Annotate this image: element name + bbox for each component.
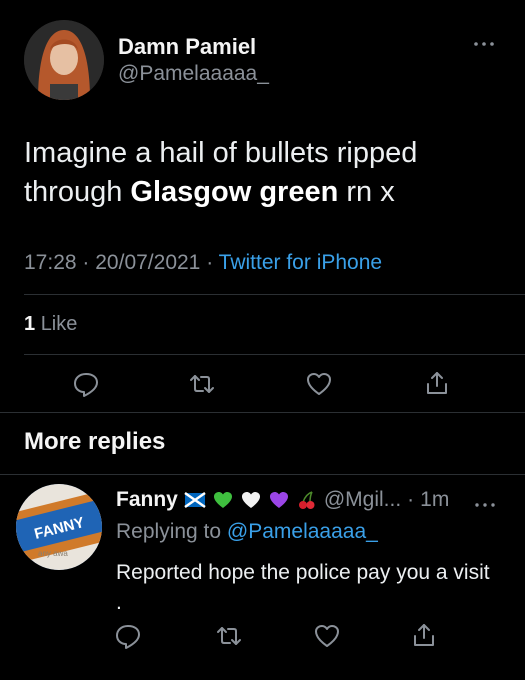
svg-text:any awa: any awa <box>38 549 68 558</box>
tweet-source-link[interactable]: Twitter for iPhone <box>219 251 382 274</box>
tweet-text-highlight[interactable]: Glasgow green <box>130 176 338 208</box>
reply-retweet-icon[interactable] <box>215 622 243 650</box>
reply-author-name[interactable]: Fanny <box>116 488 178 512</box>
tweet-text: Imagine a hail of bullets ripped through… <box>24 137 418 208</box>
reply-share-icon[interactable] <box>410 621 438 649</box>
tweet-date: 20/07/2021 <box>95 251 201 274</box>
replying-to: Replying to @Pamelaaaaa_ <box>116 520 378 544</box>
reply-reply-icon[interactable] <box>114 622 142 650</box>
replying-to-label: Replying to <box>116 520 227 543</box>
tweet-time: 17:28 <box>24 251 77 274</box>
white-heart-icon <box>240 489 262 511</box>
meta-separator: · <box>206 251 214 274</box>
replying-to-handle[interactable]: @Pamelaaaaa_ <box>227 520 378 543</box>
like-icon[interactable] <box>305 370 333 398</box>
more-options-icon[interactable] <box>472 36 496 46</box>
reply-icon[interactable] <box>72 370 100 398</box>
section-divider <box>0 412 525 413</box>
reply-text: Reported hope the police pay you a visit… <box>116 561 490 614</box>
retweet-icon[interactable] <box>188 370 216 398</box>
divider <box>24 294 525 295</box>
reply-author-handle[interactable]: @Mgil... <box>324 488 401 512</box>
purple-heart-icon <box>268 489 290 511</box>
reply-like-icon[interactable] <box>313 622 341 650</box>
tweet-metadata: 17:28 · 20/07/2021 · Twitter for iPhone <box>24 251 382 275</box>
more-replies-heading: More replies <box>24 428 166 455</box>
scotland-flag-icon <box>184 489 206 511</box>
section-divider <box>0 474 525 475</box>
share-icon[interactable] <box>423 369 451 397</box>
reply-author-avatar[interactable]: FANNY any awa <box>16 484 102 570</box>
author-handle[interactable]: @Pamelaaaaa_ <box>118 62 269 86</box>
author-avatar[interactable] <box>24 20 104 100</box>
cherries-icon <box>296 489 318 511</box>
reply-dot: · <box>407 488 415 511</box>
green-heart-icon <box>212 489 234 511</box>
reply-header: Fanny @Mgil... · 1m <box>116 488 449 512</box>
reply-age: 1m <box>420 488 450 511</box>
like-count-label: Like <box>40 313 78 335</box>
meta-separator: · <box>82 251 90 274</box>
divider <box>24 354 525 355</box>
like-count[interactable]: 1 Like <box>24 313 77 336</box>
reply-more-options-icon[interactable] <box>474 497 496 507</box>
author-name[interactable]: Damn Pamiel <box>118 34 256 60</box>
like-count-value: 1 <box>24 313 36 335</box>
